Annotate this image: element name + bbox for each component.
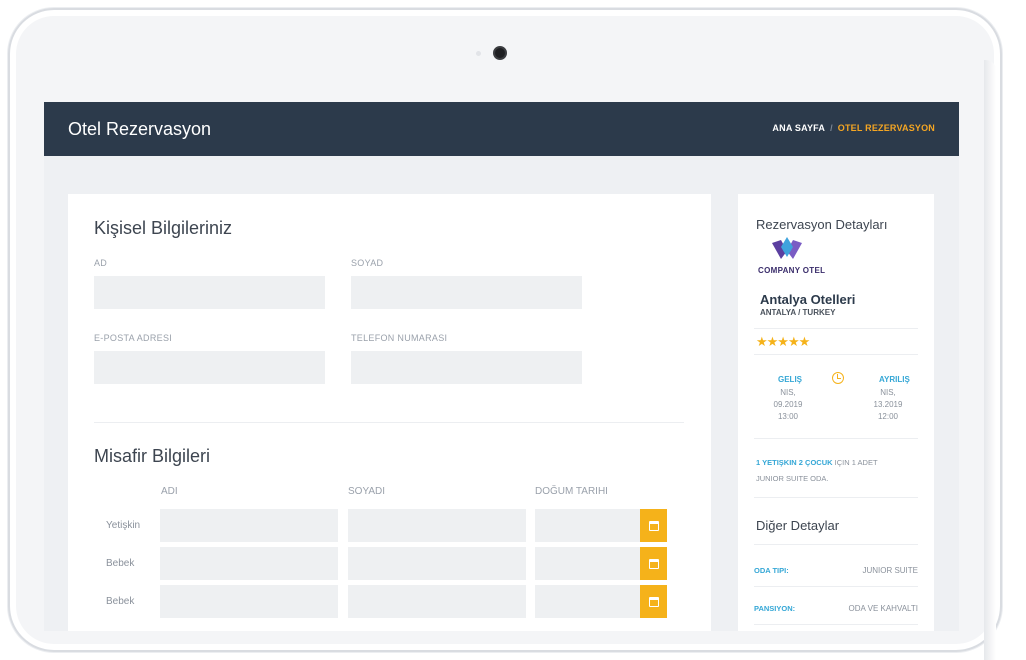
page-header: Otel Rezervasyon ANA SAYFA / OTEL REZERVAS… (44, 102, 959, 156)
phone-input[interactable] (351, 351, 582, 384)
tablet-edge (984, 60, 996, 660)
personal-info-title: Kişisel Bilgileriniz (94, 218, 233, 238)
section-divider (94, 422, 684, 423)
guest-birthdate-input[interactable] (535, 547, 640, 580)
checkin-time: 13:00 (777, 412, 799, 421)
guest-birthdate-input[interactable] (535, 509, 640, 542)
camera-icon (493, 46, 507, 60)
guest-first-name-input[interactable] (160, 509, 338, 542)
guest-last-name-input[interactable] (348, 509, 526, 542)
checkout-datetime: NIS, 13.2019 12:00 (866, 387, 910, 423)
room-summary-text: JUNIOR SUITE ODA. (756, 474, 829, 483)
checkout-label: AYRILIŞ (879, 375, 910, 384)
checkout-date: 13.2019 (873, 400, 903, 409)
reservation-details-title: Rezervasyon Detayları (756, 217, 888, 232)
checkin-datetime: NIS, 09.2019 13:00 (768, 387, 808, 423)
guest-birthdate-header: DOĞUM TARIHI (535, 486, 608, 497)
calendar-button[interactable] (640, 585, 667, 618)
divider (754, 438, 918, 439)
calendar-button[interactable] (640, 509, 667, 542)
guest-birthdate-input[interactable] (535, 585, 640, 618)
email-input[interactable] (94, 351, 325, 384)
breadcrumb-current: OTEL REZERVASYON (837, 123, 935, 133)
reservation-details-panel: Rezervasyon Detayları COMPANY OTEL Antal… (738, 194, 934, 631)
room-type-value: JUNIOR SUITE (862, 566, 918, 575)
breadcrumb-home-link[interactable]: ANA SAYFA (772, 123, 825, 133)
breadcrumb: ANA SAYFA / OTEL REZERVASYON (772, 123, 935, 133)
divider (754, 328, 918, 329)
room-type-label: ODA TIPI: (754, 566, 789, 575)
checkin-label: GELIŞ (778, 375, 803, 384)
board-value: ODA VE KAHVALTI (848, 604, 918, 613)
board-label: PANSIYON: (754, 604, 796, 613)
guest-row-label: Bebek (106, 596, 135, 607)
checkin-month: NIS, (780, 388, 796, 397)
guest-last-name-header: SOYADI (348, 486, 386, 497)
breadcrumb-separator: / (830, 123, 833, 133)
last-name-label: SOYAD (351, 258, 384, 268)
guest-row-label: Bebek (106, 558, 135, 569)
divider (754, 624, 918, 625)
guest-row-label: Yetişkin (106, 520, 141, 531)
divider (754, 497, 918, 498)
calendar-button[interactable] (640, 547, 667, 580)
hotel-name: Antalya Otelleri (760, 292, 856, 307)
checkin-date: 09.2019 (773, 400, 803, 409)
guest-summary: 1 YETIŞKIN 2 ÇOCUK IÇIN 1 ADET JUNIOR SU… (756, 455, 926, 487)
tablet-screen: Otel Rezervasyon ANA SAYFA / OTEL REZERVAS… (44, 102, 959, 631)
clock-icon (832, 372, 844, 384)
email-label: E-POSTA ADRESI (94, 333, 173, 343)
guest-last-name-input[interactable] (348, 585, 526, 618)
guest-first-name-input[interactable] (160, 585, 338, 618)
guest-first-name-input[interactable] (160, 547, 338, 580)
divider (754, 586, 918, 587)
booking-form: Kişisel Bilgileriniz AD SOYAD E-POSTA AD… (68, 194, 711, 631)
hotel-logo-icon (772, 237, 802, 259)
phone-label: TELEFON NUMARASI (351, 333, 448, 343)
guest-first-name-header: ADI (161, 486, 178, 497)
divider (754, 354, 918, 355)
sensor-dot (476, 51, 481, 56)
calendar-icon (648, 558, 659, 569)
calendar-icon (648, 596, 659, 607)
page-title: Otel Rezervasyon (68, 119, 212, 139)
guest-count-link[interactable]: 1 YETIŞKIN 2 ÇOCUK (756, 458, 833, 467)
guest-summary-text: IÇIN 1 ADET (832, 458, 878, 467)
first-name-input[interactable] (94, 276, 325, 309)
first-name-label: AD (94, 258, 108, 268)
hotel-logo-text: COMPANY OTEL (758, 266, 826, 275)
hotel-location: ANTALYA / TURKEY (760, 308, 836, 317)
calendar-icon (648, 520, 659, 531)
last-name-input[interactable] (351, 276, 582, 309)
guest-last-name-input[interactable] (348, 547, 526, 580)
other-details-title: Diğer Detaylar (756, 518, 840, 533)
checkout-month: NIS, (880, 388, 896, 397)
guest-info-title: Misafir Bilgileri (94, 446, 211, 466)
divider (754, 544, 918, 545)
star-rating: ★★★★★ (756, 334, 810, 349)
checkout-time: 12:00 (877, 412, 899, 421)
